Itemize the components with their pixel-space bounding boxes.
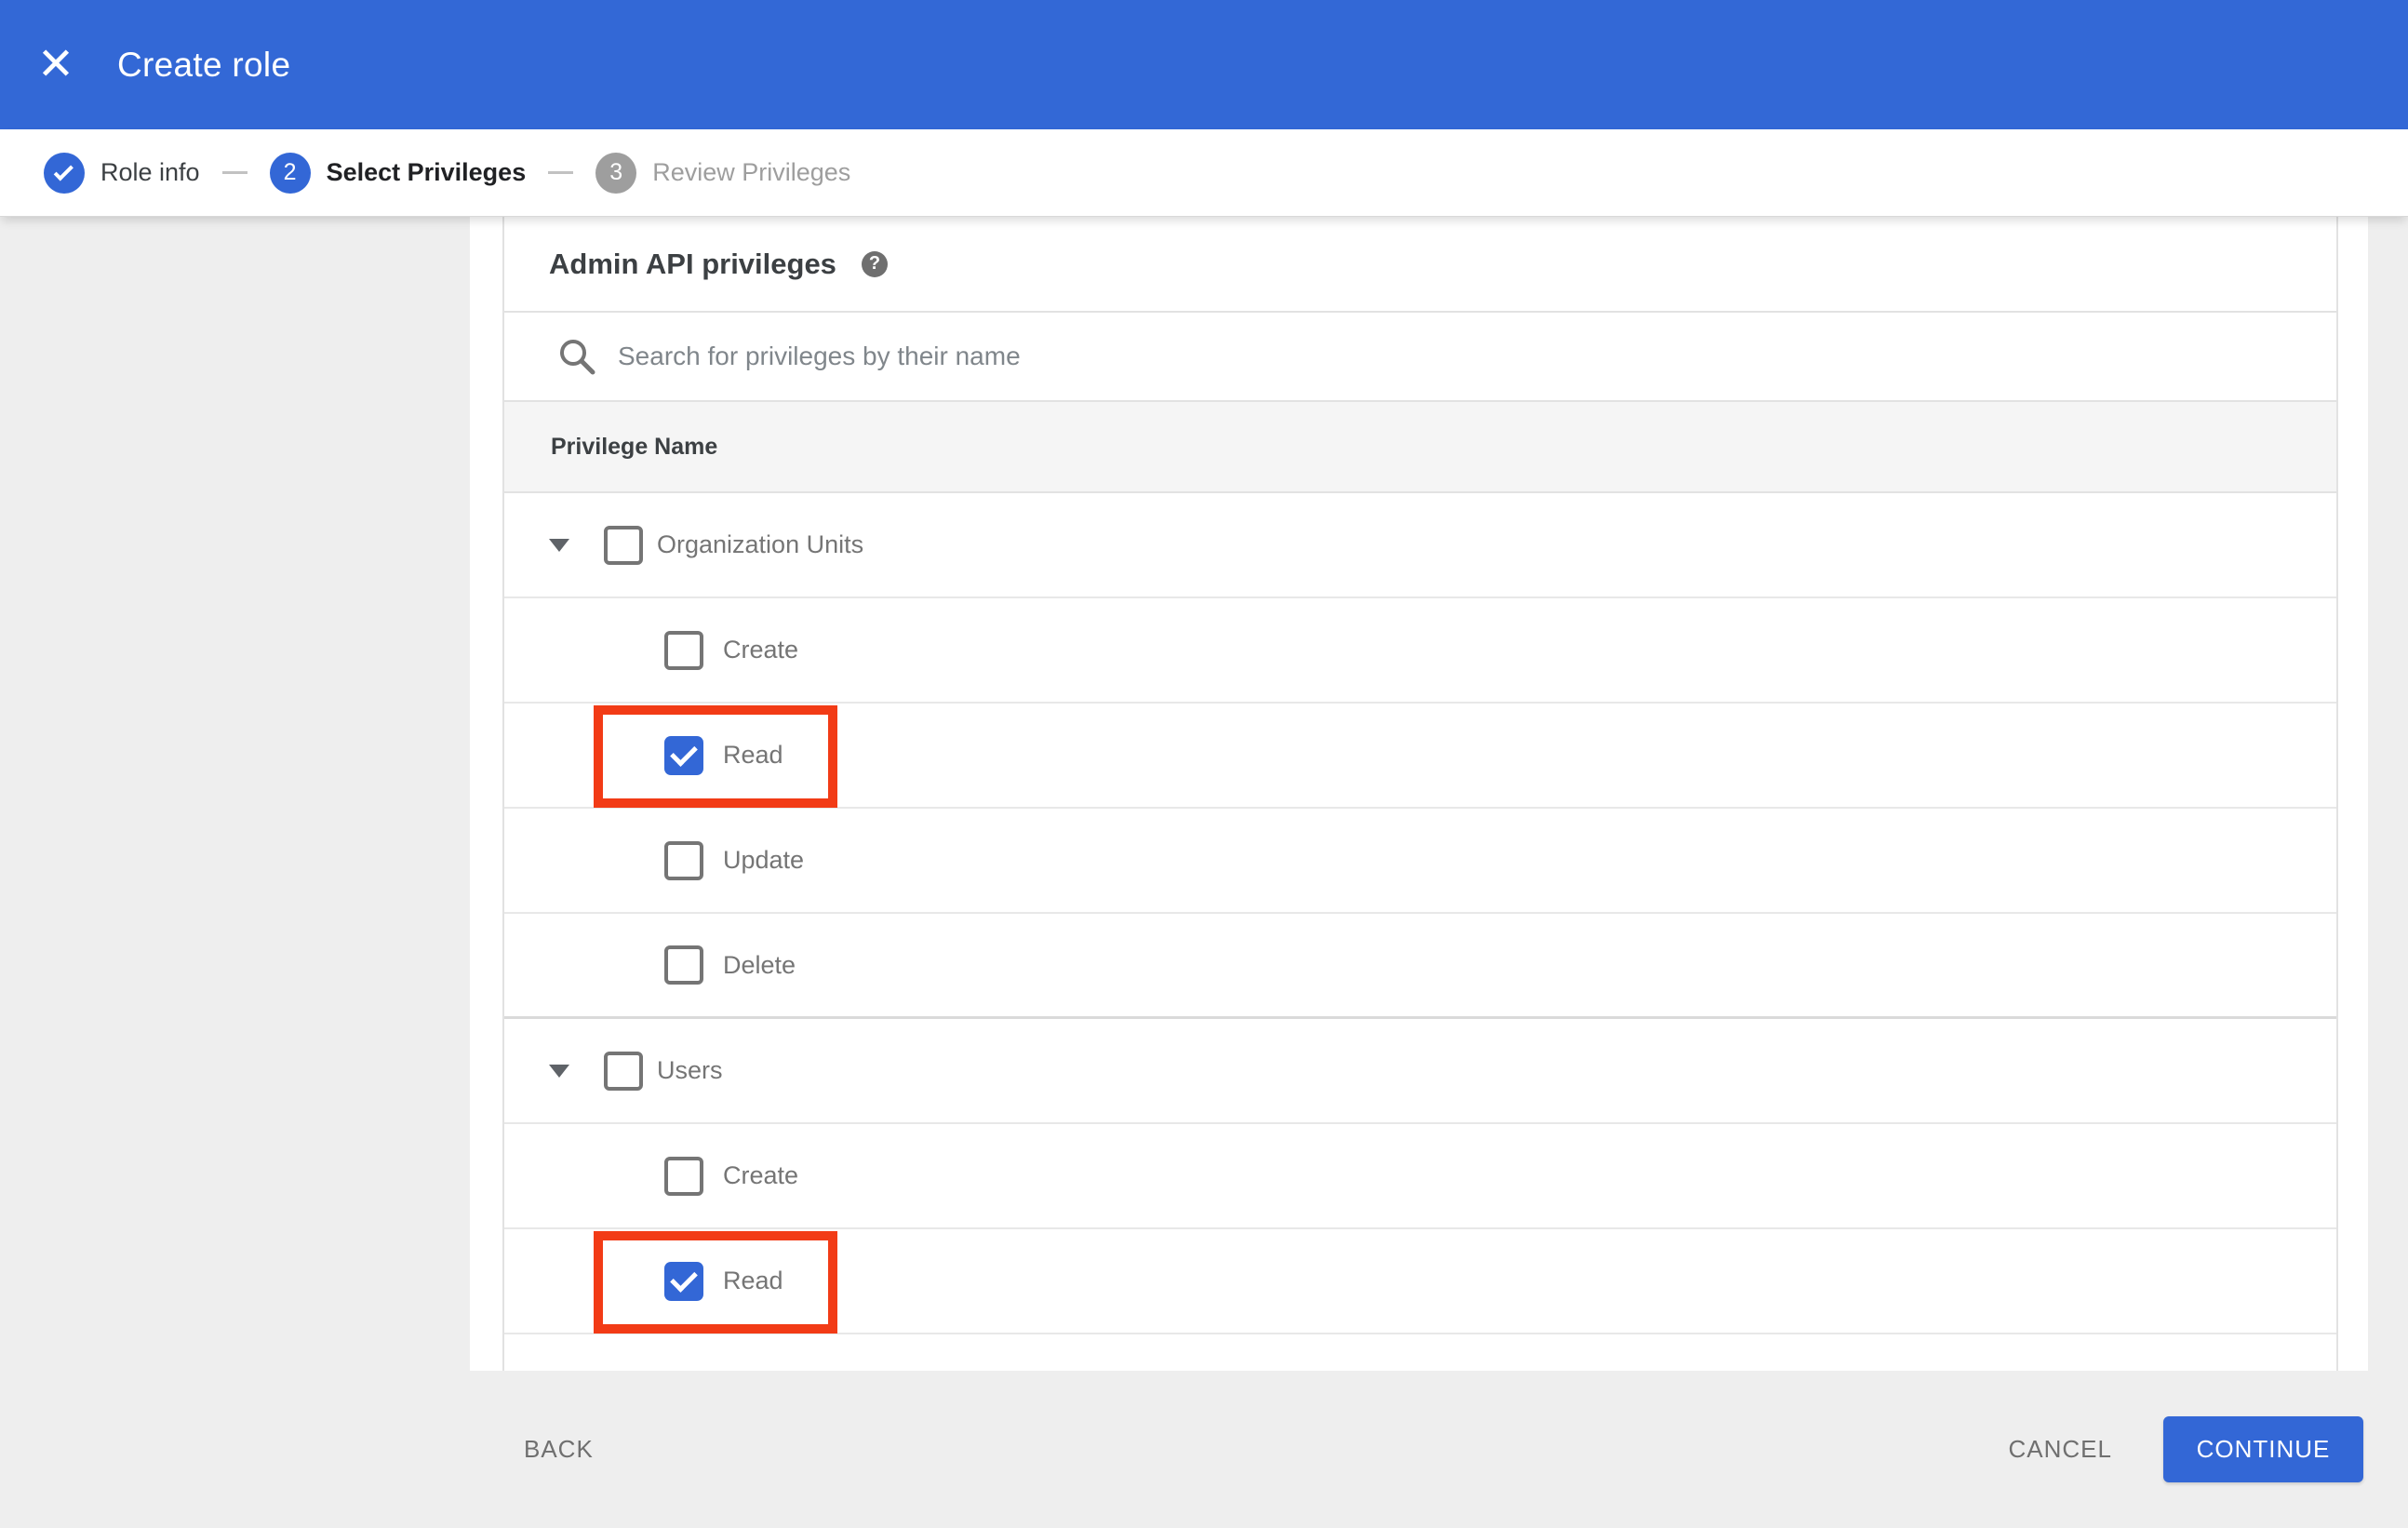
- privilege-search-row: [504, 313, 2336, 402]
- checkbox-users[interactable]: [604, 1051, 643, 1091]
- section-title: Admin API privileges: [549, 247, 836, 280]
- section-title-block: Admin API privileges ?: [504, 217, 2336, 313]
- chevron-down-icon[interactable]: [549, 538, 569, 552]
- step-3-label: Review Privileges: [652, 158, 851, 186]
- dialog-panel: Admin API privileges ? Privilege Name Or…: [470, 217, 2368, 1371]
- privilege-label: Organization Units: [657, 530, 864, 558]
- step-select-privileges[interactable]: 2 Select Privileges: [269, 152, 527, 194]
- privilege-label: Create: [723, 1161, 799, 1189]
- privilege-row: Create: [504, 598, 2336, 704]
- privilege-label: Create: [723, 636, 799, 663]
- appbar: ✕ Create role: [0, 0, 2408, 129]
- privilege-group-row: Users: [504, 1019, 2336, 1124]
- continue-button[interactable]: CONTINUE: [2163, 1416, 2363, 1482]
- privilege-row: Read: [504, 1229, 2336, 1334]
- checkbox-users-create[interactable]: [664, 1156, 703, 1196]
- check-icon: [53, 160, 74, 181]
- step-role-info[interactable]: Role info: [44, 152, 200, 194]
- wizard-stepper: Role info 2 Select Privileges 3 Review P…: [0, 129, 2408, 217]
- privilege-label: Read: [723, 741, 783, 769]
- privilege-row-partial: [504, 1334, 2336, 1370]
- checkbox-orgunits-read[interactable]: [664, 735, 703, 775]
- main-area: Admin API privileges ? Privilege Name Or…: [0, 217, 2408, 1371]
- search-input[interactable]: [618, 342, 2013, 371]
- checkbox-orgunits-delete[interactable]: [664, 945, 703, 985]
- step-1-circle: [44, 152, 85, 194]
- privilege-label: Update: [723, 846, 805, 874]
- privilege-row: Update: [504, 809, 2336, 914]
- column-privilege-name: Privilege Name: [551, 433, 718, 460]
- footer-bar: BACK CANCEL CONTINUE: [0, 1371, 2408, 1528]
- privilege-group-row: Organization Units: [504, 493, 2336, 598]
- step-connector: [548, 171, 574, 174]
- dialog-title: Create role: [117, 45, 291, 84]
- step-1-label: Role info: [100, 158, 200, 186]
- step-2-circle: 2: [269, 152, 311, 194]
- privilege-row: Read: [504, 704, 2336, 809]
- step-2-label: Select Privileges: [326, 158, 527, 186]
- table-header: Privilege Name: [504, 402, 2336, 493]
- checkbox-orgunits-create[interactable]: [664, 630, 703, 670]
- checkbox-orgunits-update[interactable]: [664, 840, 703, 880]
- cancel-button[interactable]: CANCEL: [2009, 1435, 2112, 1464]
- privilege-label: Read: [723, 1267, 783, 1294]
- privilege-label: Delete: [723, 950, 796, 979]
- back-button[interactable]: BACK: [524, 1435, 594, 1464]
- step-3-circle: 3: [595, 152, 637, 194]
- highlight-annotation: [594, 705, 837, 808]
- checkbox-organization-units[interactable]: [604, 525, 643, 565]
- search-icon: [560, 340, 595, 375]
- highlight-annotation: [594, 1231, 837, 1334]
- privilege-row: Delete: [504, 914, 2336, 1019]
- privilege-row: Create: [504, 1124, 2336, 1229]
- step-connector: [221, 171, 247, 174]
- step-review-privileges[interactable]: 3 Review Privileges: [595, 152, 851, 194]
- privileges-card: Admin API privileges ? Privilege Name Or…: [502, 217, 2338, 1371]
- chevron-down-icon[interactable]: [549, 1064, 569, 1078]
- help-icon[interactable]: ?: [861, 250, 888, 277]
- footer-actions: CANCEL CONTINUE: [2009, 1416, 2363, 1482]
- checkbox-users-read[interactable]: [664, 1261, 703, 1301]
- privilege-label: Users: [657, 1056, 723, 1084]
- close-icon[interactable]: ✕: [28, 37, 84, 93]
